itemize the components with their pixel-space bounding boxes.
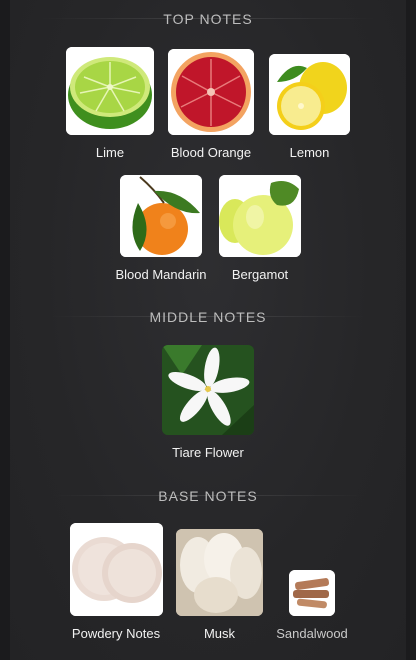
note-sandalwood[interactable]: Sandalwood <box>276 570 348 641</box>
note-lime[interactable]: Lime <box>66 47 154 160</box>
lemon-image <box>269 54 350 135</box>
note-label: Lemon <box>289 145 330 160</box>
note-label: Powdery Notes <box>71 626 161 641</box>
sandalwood-image <box>289 570 335 616</box>
blood-orange-image <box>168 49 254 135</box>
note-label: Blood Orange <box>170 145 252 160</box>
note-label: Blood Mandarin <box>115 267 207 282</box>
note-label: Bergamot <box>231 267 289 282</box>
note-bergamot[interactable]: Bergamot <box>219 175 301 282</box>
note-powdery-notes[interactable]: Powdery Notes <box>66 523 166 641</box>
tiare-flower-image <box>162 345 254 435</box>
note-label: Musk <box>203 626 236 641</box>
note-lemon[interactable]: Lemon <box>269 54 350 160</box>
note-label: Tiare Flower <box>172 445 244 460</box>
powder-image <box>69 523 163 616</box>
base-notes-title: BASE NOTES <box>158 488 258 504</box>
top-notes-title: TOP NOTES <box>163 11 253 27</box>
note-tiare-flower[interactable]: Tiare Flower <box>162 345 254 460</box>
bergamot-image <box>219 175 301 257</box>
mandarin-image <box>120 175 202 257</box>
note-label: Sandalwood <box>276 626 348 641</box>
note-musk[interactable]: Musk <box>176 529 263 641</box>
frame-right <box>406 0 416 660</box>
note-blood-orange[interactable]: Blood Orange <box>168 49 254 160</box>
middle-notes-title: MIDDLE NOTES <box>149 309 267 325</box>
note-blood-mandarin[interactable]: Blood Mandarin <box>110 175 212 282</box>
musk-image <box>176 529 263 616</box>
lime-image <box>66 47 154 135</box>
note-label: Lime <box>95 145 125 160</box>
frame-left <box>0 0 10 660</box>
